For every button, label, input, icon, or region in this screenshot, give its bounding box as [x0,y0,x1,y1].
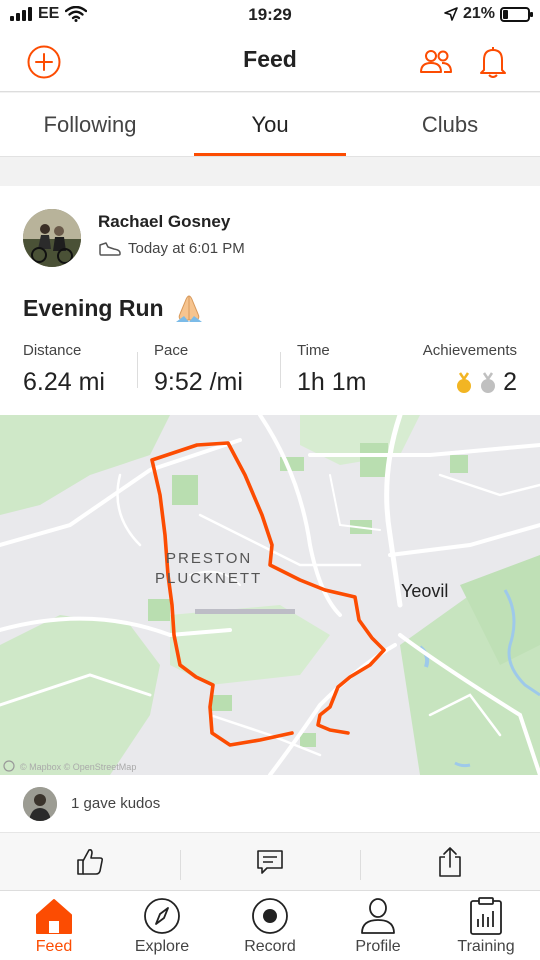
athlete-avatar[interactable] [23,209,81,267]
nav-explore[interactable]: Explore [108,891,216,960]
tab-clubs[interactable]: Clubs [360,93,540,156]
map-label-plucknett: PLUCKNETT [155,570,262,587]
nav-record[interactable]: Record [216,891,324,960]
app-header: Feed [0,32,540,92]
stat-achievements-value: 2 [503,368,517,396]
comment-button[interactable] [180,833,360,890]
stat-pace: Pace 9:52 /mi [154,342,243,397]
battery-percent: 21% [462,5,495,22]
activity-timestamp: Today at 6:01 PM [128,240,245,257]
thumbs-up-icon [77,848,104,875]
status-right: 21% [444,5,533,23]
nav-explore-label: Explore [134,938,190,955]
home-icon [36,899,72,934]
praying-hands-emoji-icon [175,295,202,322]
tab-following[interactable]: Following [0,93,180,156]
clipboard-chart-icon [470,897,502,935]
person-icon [361,898,395,934]
stat-divider [137,352,138,388]
stat-distance-label: Distance [23,342,82,359]
compass-icon [144,898,180,934]
map-label-yeovil: Yeovil [401,581,448,601]
stat-achievements-label: Achievements [422,342,517,359]
share-button[interactable] [360,833,540,890]
activity-stats: Distance 6.24 mi Pace 9:52 /mi Time 1h 1… [23,342,517,398]
record-icon [252,898,288,934]
nav-training-label: Training [457,938,515,955]
stat-achievements: Achievements 2 [417,342,517,397]
comment-icon [257,849,283,874]
kudos-count[interactable]: 1 gave kudos [71,795,160,812]
feed-tabs: Following You Clubs [0,93,540,157]
location-arrow-icon [444,7,458,21]
activity-title[interactable]: Evening Run [23,295,164,322]
tab-you[interactable]: You [180,93,360,156]
stat-divider [280,352,281,388]
route-map[interactable]: PRESTON PLUCKNETT Yeovil © Mapbox © Open… [0,415,540,775]
stat-time: Time 1h 1m [297,342,366,397]
map-label-preston: PRESTON [166,550,252,567]
nav-training[interactable]: Training [432,891,540,960]
bottom-nav: Feed Explore Record Profile Training [0,890,540,960]
people-icon [420,50,452,73]
kudos-row[interactable]: 1 gave kudos [0,775,540,832]
nav-profile[interactable]: Profile [324,891,432,960]
athlete-name[interactable]: Rachael Gosney [98,212,230,232]
notifications-button[interactable] [473,42,513,82]
nav-feed-label: Feed [35,938,73,955]
nav-feed[interactable]: Feed [0,891,108,960]
stat-time-label: Time [297,342,330,359]
status-bar: EE 19:29 21% [0,0,540,32]
nav-record-label: Record [244,938,296,955]
map-canvas: PRESTON PLUCKNETT Yeovil © Mapbox © Open… [0,415,540,775]
silver-medal-icon [481,371,496,393]
gold-medal-icon [457,371,472,393]
bell-icon [480,47,506,78]
give-kudos-button[interactable] [0,833,180,890]
battery-icon [500,6,533,22]
shoe-icon [99,241,121,256]
share-icon [439,846,461,877]
map-attribution[interactable]: © Mapbox © OpenStreetMap [20,762,136,772]
activity-meta: Today at 6:01 PM [98,240,245,257]
activity-card[interactable]: Rachael Gosney Today at 6:01 PM Evening … [0,186,540,832]
stat-pace-label: Pace [154,342,189,359]
activity-actions [0,832,540,890]
kudos-avatar[interactable] [23,786,57,821]
stat-distance: Distance 6.24 mi [23,342,105,397]
stat-time-value: 1h 1m [297,368,367,396]
page-title: Feed [243,46,297,72]
nav-profile-label: Profile [355,938,401,955]
stat-achievements-row: 2 [417,368,517,397]
stat-distance-value: 6.24 mi [23,368,105,396]
find-friends-button[interactable] [416,42,456,82]
stat-pace-value: 9:52 /mi [154,368,243,396]
activity-title-row: Evening Run [23,292,206,324]
